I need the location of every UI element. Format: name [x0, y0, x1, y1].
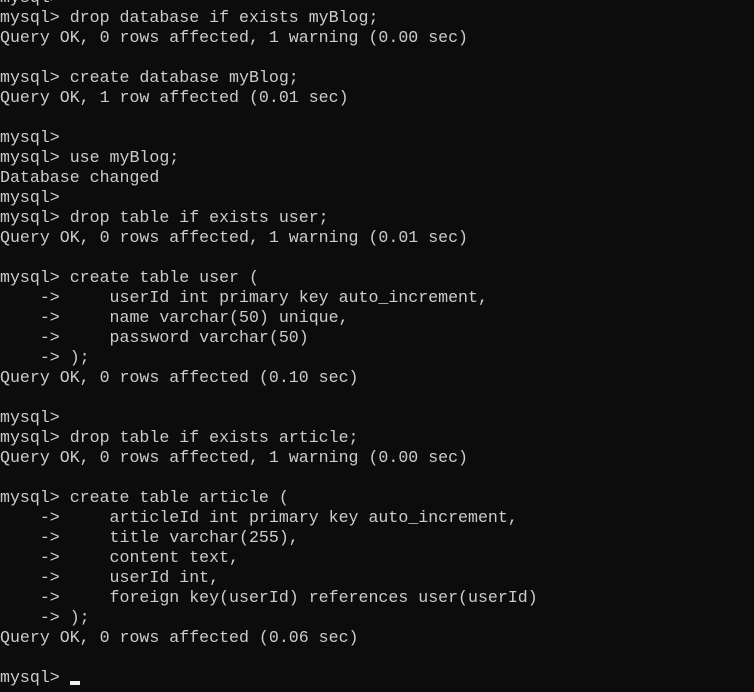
terminal-line: mysql> create table article (: [0, 488, 289, 507]
terminal-line: Query OK, 0 rows affected, 1 warning (0.…: [0, 448, 469, 467]
terminal-line: mysql>: [0, 188, 60, 207]
terminal-line: Query OK, 1 row affected (0.01 sec): [0, 88, 349, 107]
terminal-line: Query OK, 0 rows affected (0.06 sec): [0, 628, 359, 647]
prompt: mysql>: [0, 668, 70, 687]
terminal-output[interactable]: mysql>mysql> drop database if exists myB…: [0, 0, 754, 688]
terminal-line: mysql>: [0, 0, 754, 8]
terminal-line: -> userId int,: [0, 568, 220, 587]
terminal-line: mysql> drop database if exists myBlog;: [0, 8, 379, 27]
terminal-line: -> );: [0, 348, 90, 367]
terminal-line: mysql>: [0, 128, 60, 147]
terminal-line: -> title varchar(255),: [0, 528, 299, 547]
terminal-line: mysql> drop table if exists user;: [0, 208, 329, 227]
terminal-line: Query OK, 0 rows affected, 1 warning (0.…: [0, 28, 469, 47]
terminal-line: -> userId int primary key auto_increment…: [0, 288, 488, 307]
terminal-line: mysql> create table user (: [0, 268, 259, 287]
terminal-line: -> foreign key(userId) references user(u…: [0, 588, 538, 607]
terminal-line: Query OK, 0 rows affected, 1 warning (0.…: [0, 228, 469, 247]
terminal-line: -> articleId int primary key auto_increm…: [0, 508, 518, 527]
prompt-line[interactable]: mysql>: [0, 668, 754, 688]
terminal-line: -> name varchar(50) unique,: [0, 308, 349, 327]
terminal-line: Database changed: [0, 168, 160, 187]
terminal-line: -> );: [0, 608, 90, 627]
terminal-line: mysql>: [0, 408, 60, 427]
terminal-line: -> password varchar(50): [0, 328, 309, 347]
terminal-line: mysql> drop table if exists article;: [0, 428, 359, 447]
terminal-line: -> content text,: [0, 548, 239, 567]
terminal-line: mysql> create database myBlog;: [0, 68, 299, 87]
cursor-icon: [69, 681, 80, 685]
terminal-line: mysql> use myBlog;: [0, 148, 180, 167]
terminal-line: Query OK, 0 rows affected (0.10 sec): [0, 368, 359, 387]
